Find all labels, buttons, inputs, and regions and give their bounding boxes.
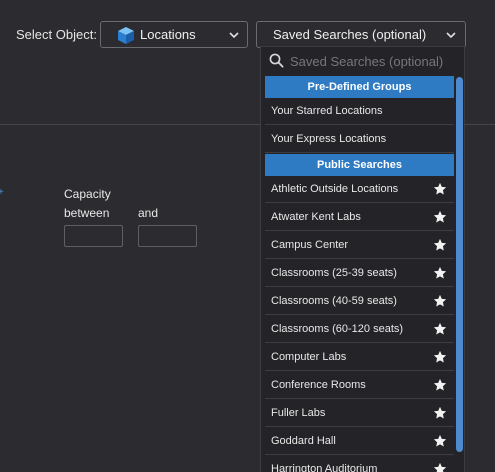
list-item[interactable]: Harrington Auditorium bbox=[265, 456, 454, 472]
list-item-label: Fuller Labs bbox=[271, 407, 326, 419]
object-select-value: Locations bbox=[140, 27, 196, 42]
star-icon[interactable] bbox=[433, 294, 447, 308]
star-icon[interactable] bbox=[433, 378, 447, 392]
list-item[interactable]: Classrooms (40-59 seats) bbox=[265, 288, 454, 315]
chevron-down-icon bbox=[229, 32, 239, 39]
capacity-label: Capacity bbox=[64, 187, 111, 201]
list-item-label: Computer Labs bbox=[271, 351, 347, 363]
list-item[interactable]: Computer Labs bbox=[265, 344, 454, 371]
list-item[interactable]: Goddard Hall bbox=[265, 428, 454, 455]
list-item[interactable]: Classrooms (25-39 seats) bbox=[265, 260, 454, 287]
group-header-public: Public Searches bbox=[265, 154, 454, 176]
star-icon[interactable] bbox=[433, 182, 447, 196]
list-item-label: Atwater Kent Labs bbox=[271, 211, 361, 223]
object-select[interactable]: Locations bbox=[100, 21, 248, 48]
list-item-label: Campus Center bbox=[271, 239, 349, 251]
plus-icon[interactable]: + bbox=[0, 187, 4, 198]
star-icon[interactable] bbox=[433, 434, 447, 448]
chevron-down-icon bbox=[446, 32, 456, 39]
star-icon[interactable] bbox=[433, 266, 447, 280]
list-item-label: Your Express Locations bbox=[271, 133, 387, 145]
select-object-label: Select Object: bbox=[16, 27, 97, 42]
capacity-min-input[interactable] bbox=[64, 225, 123, 247]
dropdown-search-input[interactable] bbox=[288, 50, 460, 72]
star-icon[interactable] bbox=[433, 210, 447, 224]
and-label: and bbox=[138, 206, 159, 220]
group-header-predefined: Pre-Defined Groups bbox=[265, 76, 454, 98]
list-item-label: Conference Rooms bbox=[271, 379, 366, 391]
list-item-label: Goddard Hall bbox=[271, 435, 336, 447]
star-icon[interactable] bbox=[433, 350, 447, 364]
between-label: between bbox=[64, 206, 110, 220]
saved-searches-dropdown: Pre-Defined Groups Your Starred Location… bbox=[260, 46, 465, 472]
saved-searches-select[interactable]: Saved Searches (optional) bbox=[256, 21, 466, 48]
scrollbar-thumb[interactable] bbox=[456, 77, 463, 452]
list-item[interactable]: Your Starred Locations bbox=[265, 98, 454, 125]
capacity-max-input[interactable] bbox=[138, 225, 197, 247]
cube-icon bbox=[118, 27, 134, 44]
list-item-label: Classrooms (40-59 seats) bbox=[271, 295, 397, 307]
saved-searches-value: Saved Searches (optional) bbox=[273, 27, 427, 42]
star-icon[interactable] bbox=[433, 322, 447, 336]
list-item[interactable]: Atwater Kent Labs bbox=[265, 204, 454, 231]
list-item-label: Classrooms (25-39 seats) bbox=[271, 267, 397, 279]
star-icon[interactable] bbox=[433, 406, 447, 420]
star-icon[interactable] bbox=[433, 462, 447, 472]
list-item[interactable]: Your Express Locations bbox=[265, 126, 454, 153]
list-item-label: Athletic Outside Locations bbox=[271, 183, 399, 195]
list-item[interactable]: Classrooms (60-120 seats) bbox=[265, 316, 454, 343]
list-item-label: Harrington Auditorium bbox=[271, 463, 378, 472]
list-item[interactable]: Conference Rooms bbox=[265, 372, 454, 399]
list-item-label: Your Starred Locations bbox=[271, 105, 383, 117]
list-item[interactable]: Fuller Labs bbox=[265, 400, 454, 427]
list-item[interactable]: Campus Center bbox=[265, 232, 454, 259]
star-icon[interactable] bbox=[433, 238, 447, 252]
dropdown-search bbox=[261, 47, 464, 73]
list-item[interactable]: Athletic Outside Locations bbox=[265, 176, 454, 203]
page: Select Object: Locations Saved Searches … bbox=[0, 0, 495, 472]
list-item-label: Classrooms (60-120 seats) bbox=[271, 323, 404, 335]
search-icon bbox=[269, 53, 284, 68]
